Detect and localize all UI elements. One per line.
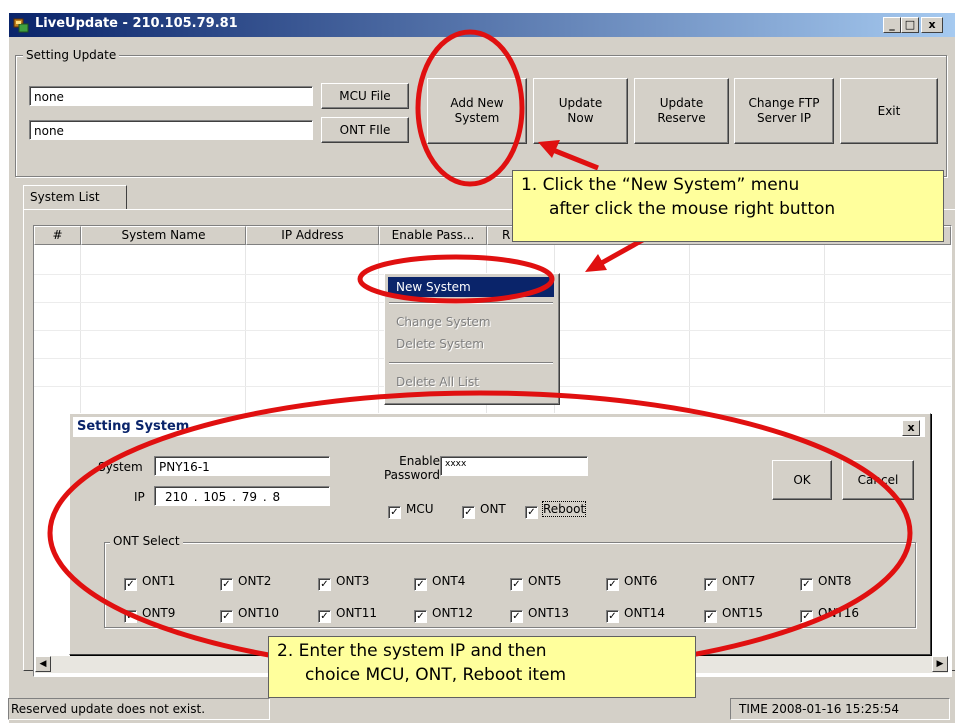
callout-1-line-2: after click the mouse right button (549, 199, 836, 219)
status-bar-message: Reserved update does not exist. (8, 698, 270, 720)
annotation-overlay (47, 29, 913, 676)
arrow-line-1 (547, 145, 599, 171)
annotation-circle-add-new (415, 29, 525, 187)
callout-step-1: 1. Click the “New System” menu after cli… (512, 170, 944, 242)
callout-2-line-1: 2. Enter the system IP and then (277, 641, 547, 661)
annotation-circle-dialog (47, 390, 913, 676)
callout-2-line-2: choice MCU, ONT, Reboot item (305, 665, 567, 685)
status-bar-time: TIME 2008-01-16 15:25:54 (730, 698, 950, 720)
callout-step-2: 2. Enter the system IP and then choice M… (268, 636, 696, 698)
annotation-circle-new-system (357, 254, 555, 304)
callout-1-line-1: 1. Click the “New System” menu (521, 175, 800, 195)
